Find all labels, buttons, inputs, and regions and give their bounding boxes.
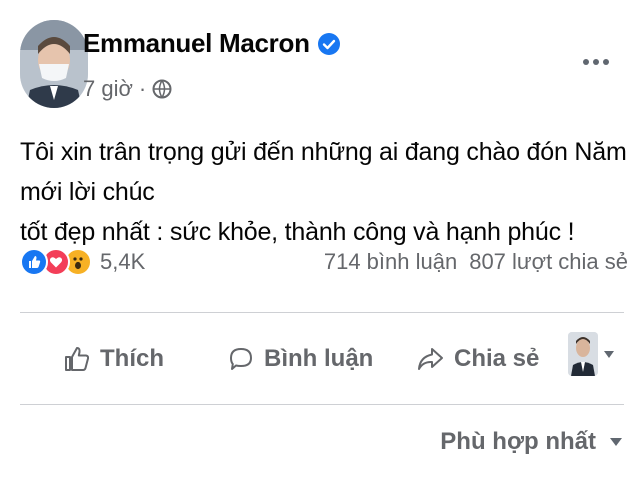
- meta-separator: ·: [138, 76, 147, 101]
- share-button[interactable]: Chia sẻ: [416, 345, 539, 373]
- author-line: Emmanuel Macron: [83, 28, 340, 59]
- post-text: Tôi xin trân trọng gửi đến những ai đang…: [20, 132, 630, 252]
- share-count[interactable]: 807 lượt chia sẻ: [469, 249, 628, 275]
- profile-avatar: [568, 332, 598, 376]
- post-stats: 5,4K 714 bình luận 807 lượt chia sẻ: [20, 242, 628, 282]
- divider: [20, 404, 624, 405]
- reaction-count: 5,4K: [100, 249, 146, 274]
- like-reaction-icon: [20, 248, 48, 276]
- engagement-counts: 714 bình luận 807 lượt chia sẻ: [324, 249, 628, 275]
- globe-icon[interactable]: [152, 79, 172, 99]
- facebook-post: Emmanuel Macron 7 giờ · Tôi xin trân trọ…: [0, 0, 640, 480]
- author-name[interactable]: Emmanuel Macron: [83, 28, 310, 59]
- action-bar: Thích Bình luận Chia sẻ: [20, 328, 628, 390]
- share-button-label: Chia sẻ: [454, 345, 540, 372]
- thumbs-up-icon: [65, 347, 90, 371]
- like-button-label: Thích: [100, 345, 164, 372]
- post-header: Emmanuel Macron 7 giờ ·: [20, 20, 624, 110]
- post-meta: 7 giờ ·: [83, 76, 172, 102]
- chevron-down-icon: [610, 438, 622, 446]
- comment-button-label: Bình luận: [264, 345, 374, 372]
- comment-icon: [230, 348, 252, 370]
- post-text-line: Tôi xin trân trọng gửi đến những ai đang…: [20, 138, 627, 206]
- like-button[interactable]: Thích: [64, 345, 164, 373]
- reactions-summary[interactable]: 5,4K: [20, 248, 145, 276]
- react-as-selector[interactable]: [568, 332, 614, 376]
- comment-button[interactable]: Bình luận: [228, 345, 373, 373]
- more-options-icon[interactable]: [576, 42, 616, 82]
- sort-label: Phù hợp nhất: [440, 428, 596, 455]
- divider: [20, 312, 624, 313]
- comment-count[interactable]: 714 bình luận: [324, 249, 457, 275]
- chevron-down-icon: [604, 350, 614, 358]
- comment-sort-dropdown[interactable]: Phù hợp nhất: [440, 428, 622, 456]
- post-timestamp[interactable]: 7 giờ: [83, 76, 133, 102]
- verified-badge-icon: [317, 32, 340, 55]
- share-arrow-icon: [418, 348, 443, 370]
- author-avatar[interactable]: [20, 20, 88, 108]
